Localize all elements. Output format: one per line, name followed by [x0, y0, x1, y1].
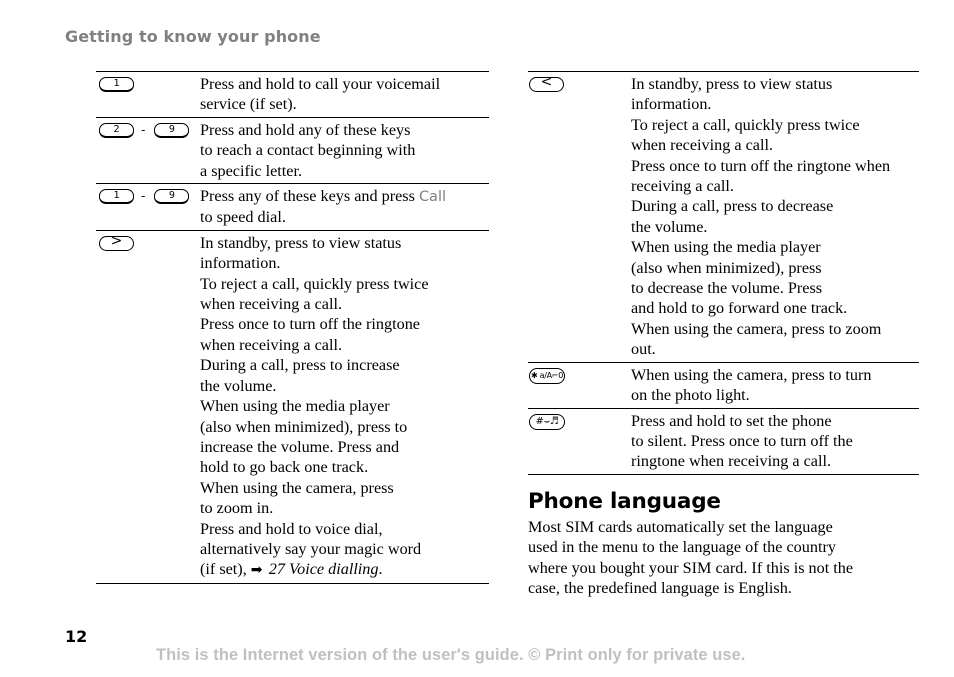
- table-row: 1-9 Press any of these keys and press Ca…: [96, 183, 489, 231]
- hash-key-icon: #⌣♬: [529, 413, 565, 430]
- table-row: 1 Press and hold to call your voicemail …: [96, 71, 489, 118]
- section-heading: Phone language: [528, 489, 721, 514]
- table-row: > In standby, press to view status infor…: [96, 230, 489, 584]
- key-9-icon: 9: [154, 122, 190, 138]
- star-key-icon: ✱ a/A⌐0: [529, 367, 565, 384]
- cross-reference-link[interactable]: 27 Voice dialling: [269, 560, 379, 578]
- section-body: Most SIM cards automatically set the lan…: [528, 518, 854, 598]
- key-cell: <: [528, 72, 631, 363]
- left-key-table: 1 Press and hold to call your voicemail …: [96, 71, 489, 584]
- key-cell: 1: [96, 72, 200, 118]
- call-key-label: Call: [418, 189, 447, 206]
- description-cell: Press and hold to set the phone to silen…: [631, 411, 853, 471]
- page-number: 12: [65, 627, 88, 646]
- navigation-left-key-icon: <: [529, 75, 564, 92]
- table-row: #⌣♬ Press and hold to set the phone to s…: [528, 408, 919, 475]
- description-cell: In standby, press to view status informa…: [631, 75, 891, 359]
- footer-notice: This is the Internet version of the user…: [156, 646, 746, 664]
- key-cell: 1-9: [96, 184, 200, 231]
- description-cell: Press and hold to call your voicemail se…: [200, 75, 441, 114]
- right-key-table: < In standby, press to view status infor…: [528, 71, 919, 475]
- key-cell: #⌣♬: [528, 408, 631, 474]
- key-1-icon: 1: [99, 77, 134, 92]
- description-cell: When using the camera, press to turn on …: [631, 365, 872, 405]
- table-row: ✱ a/A⌐0 When using the camera, press to …: [528, 362, 919, 408]
- description-cell: Press and hold any of these keys to reac…: [200, 120, 416, 180]
- key-9-icon: 9: [154, 189, 190, 205]
- arrow-right-icon: ➡: [250, 562, 263, 579]
- key-cell: >: [96, 230, 200, 583]
- key-cell: 2-9: [96, 117, 200, 183]
- key-1-icon: 1: [99, 189, 134, 205]
- key-2-icon: 2: [99, 122, 134, 138]
- page-header: Getting to know your phone: [65, 27, 321, 46]
- key-cell: ✱ a/A⌐0: [528, 362, 631, 408]
- description-cell: Press any of these keys and press Call t…: [200, 187, 447, 227]
- description-cell: In standby, press to view status informa…: [200, 230, 489, 583]
- table-row: 2-9 Press and hold any of these keys to …: [96, 117, 489, 183]
- navigation-right-key-icon: >: [99, 234, 134, 251]
- table-row: < In standby, press to view status infor…: [528, 71, 919, 363]
